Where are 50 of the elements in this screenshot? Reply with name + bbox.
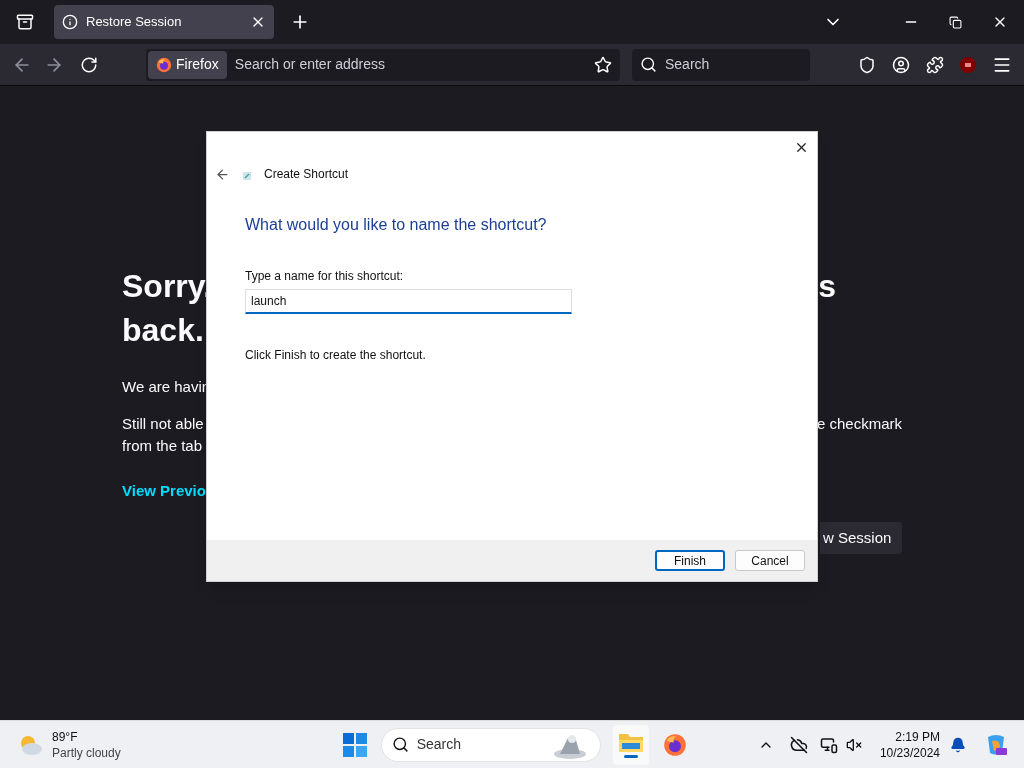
restore-icon[interactable]: [949, 15, 962, 29]
identity-box[interactable]: Firefox: [148, 50, 227, 79]
address-input[interactable]: Search or enter address: [234, 54, 594, 75]
paragraph: e checkmark: [816, 413, 902, 434]
paragraph: from the tab: [122, 436, 204, 456]
taskbar-search[interactable]: Search: [380, 727, 601, 762]
page-heading: back.: [122, 311, 205, 350]
running-indicator: [623, 755, 638, 758]
clock-date[interactable]: 10/23/2024: [879, 744, 940, 761]
firefox-taskbar-icon: [662, 732, 687, 757]
address-bar[interactable]: Firefox Search or enter address: [146, 48, 620, 81]
back-icon[interactable]: [215, 166, 230, 182]
browser-tab[interactable]: Restore Session: [54, 5, 274, 39]
dialog-question: What would you like to name the shortcut?: [245, 215, 548, 235]
network-icon[interactable]: [819, 735, 838, 754]
page-heading: s: [818, 267, 836, 306]
notification-bell-icon[interactable]: [950, 736, 966, 753]
search-input[interactable]: Search: [665, 54, 785, 75]
search-placeholder: Search: [416, 735, 463, 754]
windows-start-icon[interactable]: [342, 732, 367, 757]
dialog-button[interactable]: Finish: [655, 550, 725, 571]
folder-icon[interactable]: [617, 731, 644, 753]
clock-time[interactable]: 2:19 PM: [895, 728, 940, 745]
search-bar[interactable]: Search: [632, 48, 810, 81]
tab-title: Restore Session: [86, 13, 183, 32]
dialog-title: Create Shortcut: [264, 166, 349, 183]
page-heading: Sorry.: [122, 267, 213, 306]
bookmark-star-icon[interactable]: [594, 55, 612, 74]
mute-icon[interactable]: [845, 736, 862, 753]
info-icon: [62, 14, 78, 30]
field-label: Type a name for this shortcut:: [245, 268, 405, 285]
dialog-button[interactable]: Cancel: [735, 550, 805, 571]
close-icon[interactable]: [794, 140, 809, 155]
account-icon[interactable]: [892, 55, 910, 74]
search-icon: [640, 56, 657, 73]
shortcut-name-field[interactable]: launch: [245, 289, 572, 314]
weather-temperature: 89°F: [52, 728, 79, 745]
paragraph: Still not able: [122, 413, 204, 434]
shortcut-icon: [242, 171, 252, 181]
cloud-off-icon[interactable]: [789, 735, 808, 754]
weather-condition: Partly cloudy: [52, 744, 121, 761]
identity-label: Firefox: [176, 55, 219, 74]
reload-icon[interactable]: [80, 55, 98, 74]
restore-session-button[interactable]: w Session: [820, 522, 902, 554]
extensions-icon[interactable]: [926, 55, 944, 74]
instruction-text: Click Finish to create the shortcut.: [245, 347, 427, 364]
search-icon: [391, 736, 409, 753]
tab-list-icon[interactable]: [16, 13, 34, 31]
firefox-logo-icon: [156, 56, 172, 73]
shield-extension-icon[interactable]: [960, 56, 976, 73]
